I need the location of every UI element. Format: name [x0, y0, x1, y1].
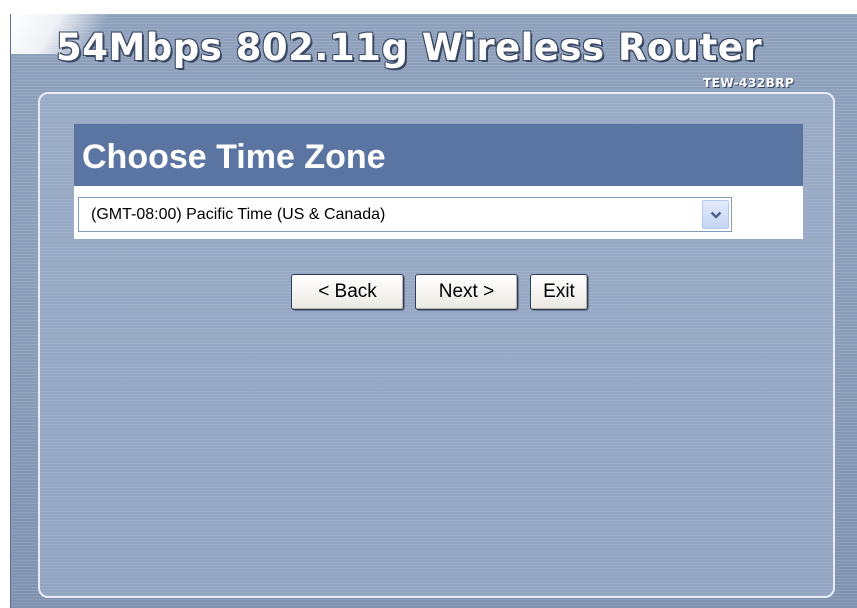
exit-button[interactable]: Exit [530, 274, 588, 310]
chevron-down-icon [710, 211, 721, 219]
next-button[interactable]: Next > [415, 274, 518, 310]
model-number: TEW-432BRP [703, 76, 795, 90]
section-title: Choose Time Zone [82, 138, 386, 176]
back-button[interactable]: < Back [291, 274, 404, 310]
timezone-select[interactable]: (GMT-08:00) Pacific Time (US & Canada) [78, 197, 732, 232]
dropdown-button[interactable] [702, 200, 729, 229]
page-header-title: 54Mbps 802.11g Wireless Router [56, 26, 763, 69]
timezone-selected-value: (GMT-08:00) Pacific Time (US & Canada) [91, 206, 386, 223]
app-window: 54Mbps 802.11g Wireless Router TEW-432BR… [0, 0, 857, 608]
